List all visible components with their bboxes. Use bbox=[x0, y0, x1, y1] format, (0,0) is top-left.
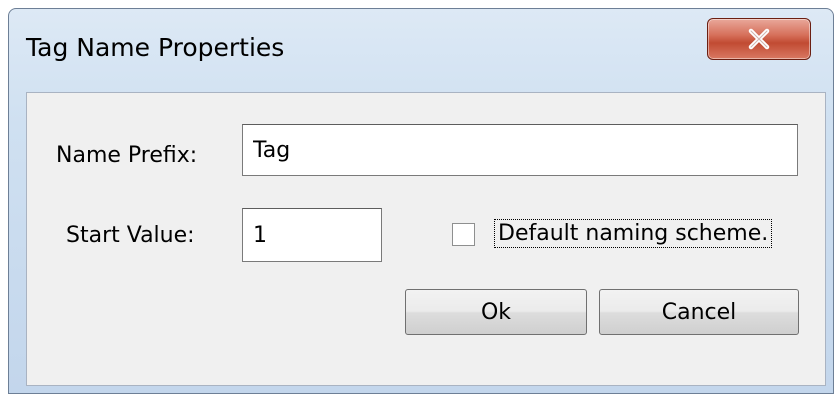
window-title: Tag Name Properties bbox=[26, 33, 285, 62]
start-value-label: Start Value: bbox=[66, 223, 195, 248]
ok-button[interactable]: Ok bbox=[405, 289, 587, 335]
default-naming-label[interactable]: Default naming scheme. bbox=[494, 219, 773, 248]
close-icon bbox=[748, 28, 770, 50]
start-value-input[interactable] bbox=[242, 208, 382, 262]
name-prefix-label: Name Prefix: bbox=[56, 143, 198, 168]
cancel-button[interactable]: Cancel bbox=[599, 289, 799, 335]
close-button[interactable] bbox=[707, 18, 811, 60]
default-naming-checkbox[interactable] bbox=[452, 223, 475, 246]
name-prefix-input[interactable] bbox=[242, 124, 798, 176]
